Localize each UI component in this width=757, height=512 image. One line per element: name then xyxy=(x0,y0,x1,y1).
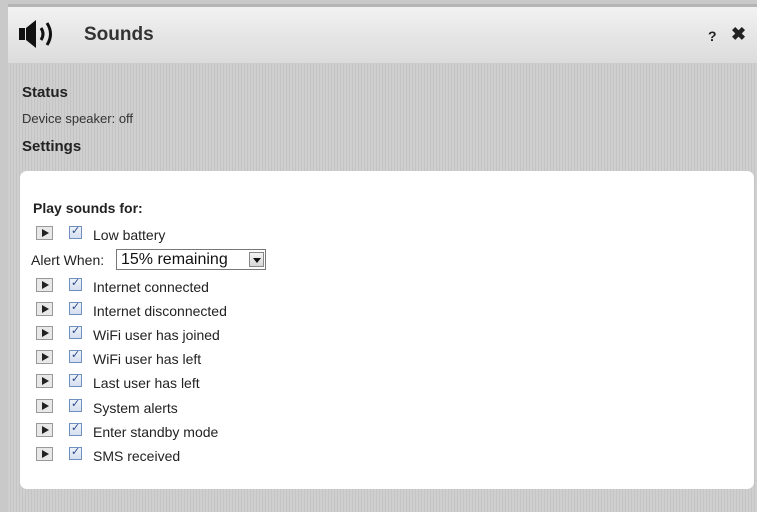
play-sounds-label: Play sounds for: xyxy=(33,200,143,216)
settings-heading: Settings xyxy=(22,138,82,155)
speaker-icon xyxy=(19,20,52,48)
alert-when-value: 15% remaining xyxy=(121,251,228,268)
enter-standby-checkbox[interactable] xyxy=(69,421,82,436)
low-battery-label: Low battery xyxy=(93,227,166,243)
settings-panel: Play sounds for: Low battery Alert When:… xyxy=(20,171,754,489)
sound-row-internet-disconnected: Internet disconnected xyxy=(20,300,420,322)
enter-standby-label: Enter standby mode xyxy=(93,424,219,440)
internet-connected-label: Internet connected xyxy=(93,279,209,295)
last-user-left-label: Last user has left xyxy=(93,375,200,391)
chevron-down-icon[interactable] xyxy=(249,252,264,267)
play-icon[interactable] xyxy=(36,326,53,340)
internet-disconnected-label: Internet disconnected xyxy=(93,303,227,319)
play-icon[interactable] xyxy=(36,447,53,461)
internet-connected-checkbox[interactable] xyxy=(69,276,82,291)
wifi-user-joined-label: WiFi user has joined xyxy=(93,327,220,343)
sms-received-label: SMS received xyxy=(93,448,181,464)
play-icon[interactable] xyxy=(36,423,53,437)
help-button[interactable]: ? xyxy=(708,28,717,44)
wifi-user-left-checkbox[interactable] xyxy=(69,348,82,363)
title-bar: Sounds ? ✖ xyxy=(8,4,757,63)
sound-row-wifi-user-left: WiFi user has left xyxy=(20,348,420,370)
wifi-user-joined-checkbox[interactable] xyxy=(69,324,82,339)
alert-when-select[interactable]: 15% remaining xyxy=(116,249,266,270)
play-icon[interactable] xyxy=(36,278,53,292)
dialog-title: Sounds xyxy=(84,24,154,45)
low-battery-checkbox[interactable] xyxy=(69,224,82,239)
sounds-dialog: Sounds ? ✖ Status Device speaker: off Se… xyxy=(8,4,757,512)
system-alerts-checkbox[interactable] xyxy=(69,397,82,412)
last-user-left-checkbox[interactable] xyxy=(69,372,82,387)
play-icon[interactable] xyxy=(36,374,53,388)
sms-received-checkbox[interactable] xyxy=(69,445,82,460)
close-button[interactable]: ✖ xyxy=(731,24,746,45)
sound-row-wifi-user-joined: WiFi user has joined xyxy=(20,324,420,346)
alert-when-label: Alert When: xyxy=(31,252,105,268)
sound-row-system-alerts: System alerts xyxy=(20,397,420,419)
status-heading: Status xyxy=(22,84,68,101)
sound-row-low-battery: Low battery xyxy=(20,224,420,246)
sound-row-enter-standby: Enter standby mode xyxy=(20,421,420,443)
system-alerts-label: System alerts xyxy=(93,400,178,416)
wifi-user-left-label: WiFi user has left xyxy=(93,351,202,367)
play-icon[interactable] xyxy=(36,226,53,240)
play-icon[interactable] xyxy=(36,350,53,364)
play-icon[interactable] xyxy=(36,302,53,316)
play-icon[interactable] xyxy=(36,399,53,413)
internet-disconnected-checkbox[interactable] xyxy=(69,300,82,315)
device-speaker-status: Device speaker: off xyxy=(22,111,134,126)
sound-row-sms-received: SMS received xyxy=(20,445,420,467)
sound-row-last-user-left: Last user has left xyxy=(20,372,420,394)
sound-row-internet-connected: Internet connected xyxy=(20,276,420,298)
